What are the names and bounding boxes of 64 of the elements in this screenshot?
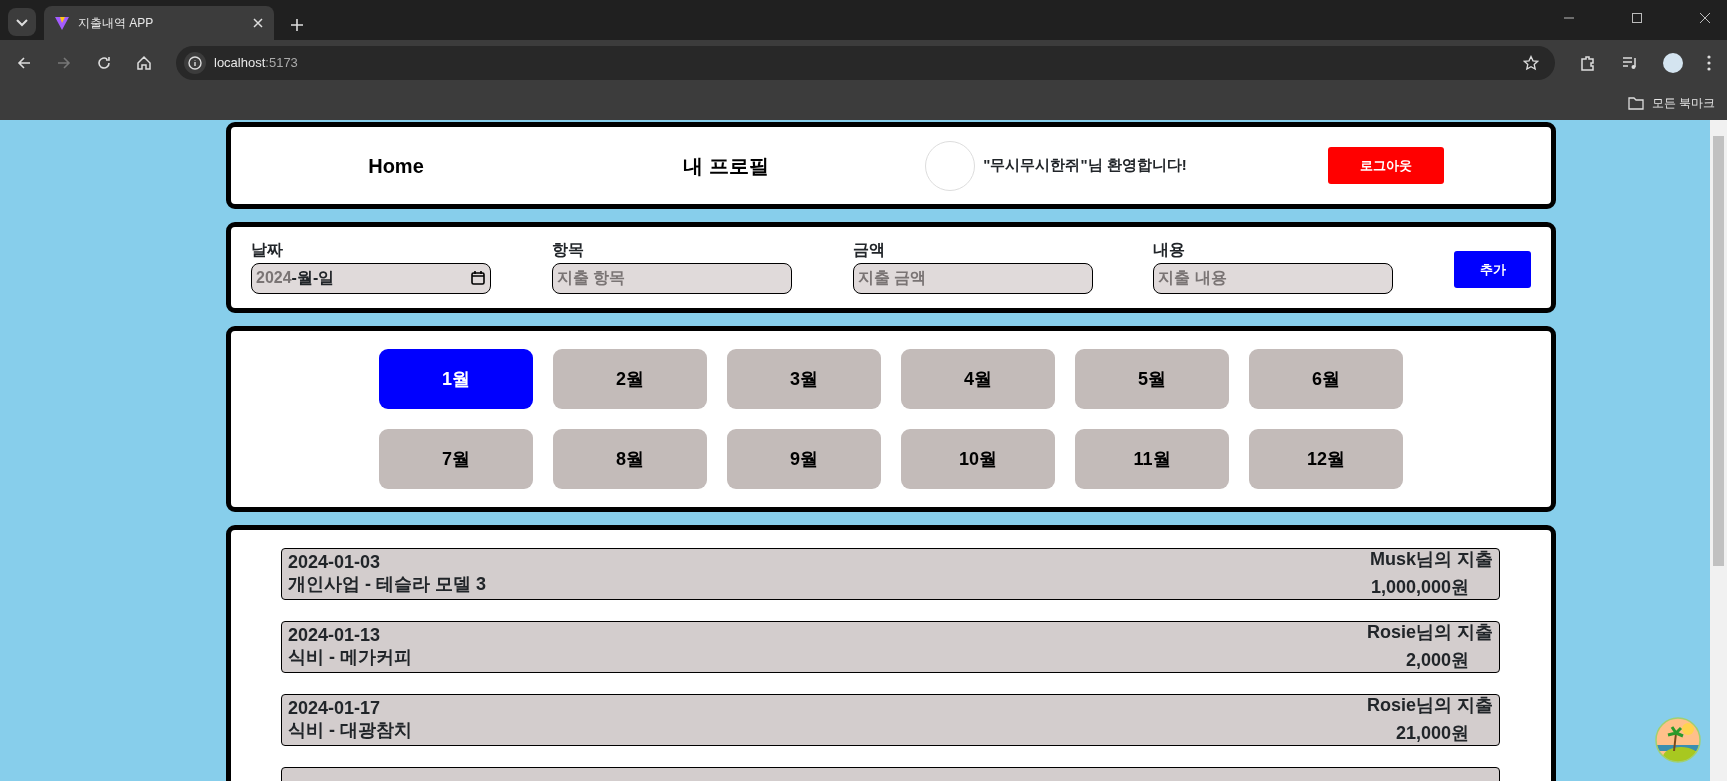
date-field[interactable]: 2024-월-일 [251, 262, 491, 294]
expense-description: 개인사업 - 테슬라 모델 3 [288, 574, 486, 596]
expense-date: 2024-01-03 [288, 552, 382, 574]
month-button[interactable]: 1월 [379, 349, 533, 409]
star-icon[interactable] [1523, 54, 1539, 71]
info-icon [184, 51, 206, 74]
browser-tab[interactable]: 지출내역 APP [44, 6, 274, 40]
reload-icon[interactable] [96, 54, 112, 71]
url-text: localhost:5173 [214, 53, 299, 72]
expense-date: 2024-01-17 [288, 698, 382, 720]
tab-list-icon[interactable] [8, 8, 36, 36]
bookmarks-folder[interactable]: 모든 북마크 [1651, 93, 1715, 112]
month-button[interactable]: 6월 [1249, 349, 1403, 409]
expense-owner: Musk님의 지출 [1370, 549, 1493, 571]
calendar-icon[interactable] [470, 270, 486, 287]
expense-date: 2024-01-13 [288, 625, 382, 647]
home-link[interactable]: Home [368, 154, 424, 177]
expense-amount: 21,000원 [1395, 723, 1470, 745]
welcome-text: "무시무시한쥐"님 환영합니다! [983, 155, 1187, 176]
close-icon[interactable] [252, 17, 264, 29]
expense-amount: 2,000원 [1405, 650, 1470, 672]
expense-row[interactable]: 2024-01-17 식비 - 대광참치 Rosie님의 지출 21,000원 [281, 694, 1500, 746]
expense-amount: 1,000,000원 [1370, 577, 1470, 599]
month-button[interactable]: 4월 [901, 349, 1055, 409]
month-button[interactable]: 8월 [553, 429, 707, 489]
forward-icon[interactable] [56, 54, 72, 71]
expense-owner: Rosie님의 지출 [1366, 622, 1493, 644]
puzzle-icon[interactable] [1579, 53, 1597, 72]
field-label: 항목 [551, 241, 585, 259]
field-label: 날짜 [251, 241, 284, 259]
month-button[interactable]: 9월 [727, 429, 881, 489]
back-icon[interactable] [16, 54, 32, 71]
logout-button[interactable]: 로그아웃 [1328, 147, 1444, 184]
month-button[interactable]: 12월 [1249, 429, 1403, 489]
month-button[interactable]: 5월 [1075, 349, 1229, 409]
tab-title: 지출내역 APP [78, 15, 155, 32]
field-label: 내용 [1153, 241, 1187, 259]
input-field[interactable]: 지출 내용 [1153, 262, 1394, 294]
input-field[interactable]: 지출 항목 [551, 262, 792, 294]
month-button[interactable]: 11월 [1075, 429, 1229, 489]
month-button[interactable]: 10월 [901, 429, 1055, 489]
profile-icon[interactable] [1663, 52, 1683, 73]
profile-link[interactable]: 내 프로필 [683, 154, 769, 177]
expense-row[interactable]: 2024-01-03 개인사업 - 테슬라 모델 3 Musk님의 지출 1,000,000원 [281, 548, 1500, 600]
field-label: 금액 [852, 241, 886, 259]
app-logo-icon [54, 15, 70, 31]
add-button[interactable]: 추가 [1454, 251, 1531, 288]
month-button[interactable]: 7월 [379, 429, 533, 489]
new-tab-icon[interactable] [290, 18, 304, 32]
expense-description: 식비 - 대광참치 [288, 720, 412, 742]
month-button[interactable]: 3월 [727, 349, 881, 409]
island-icon[interactable] [1655, 717, 1701, 763]
address-bar[interactable]: localhost:5173 [176, 45, 1555, 80]
folder-icon [1627, 95, 1644, 110]
menu-icon[interactable] [1707, 54, 1711, 71]
expense-description: 식비 - 메가커피 [288, 647, 412, 669]
expense-owner: Rosie님의 지출 [1366, 695, 1493, 717]
close-icon[interactable] [1699, 12, 1711, 24]
maximize-icon[interactable] [1631, 12, 1643, 24]
home-icon[interactable] [136, 54, 152, 71]
month-button[interactable]: 2월 [553, 349, 707, 409]
scrollbar[interactable] [1710, 120, 1727, 781]
input-field[interactable]: 지출 금액 [852, 262, 1093, 294]
expense-row[interactable]: 2024-01-13 식비 - 메가커피 Rosie님의 지출 2,000원 [281, 621, 1500, 673]
